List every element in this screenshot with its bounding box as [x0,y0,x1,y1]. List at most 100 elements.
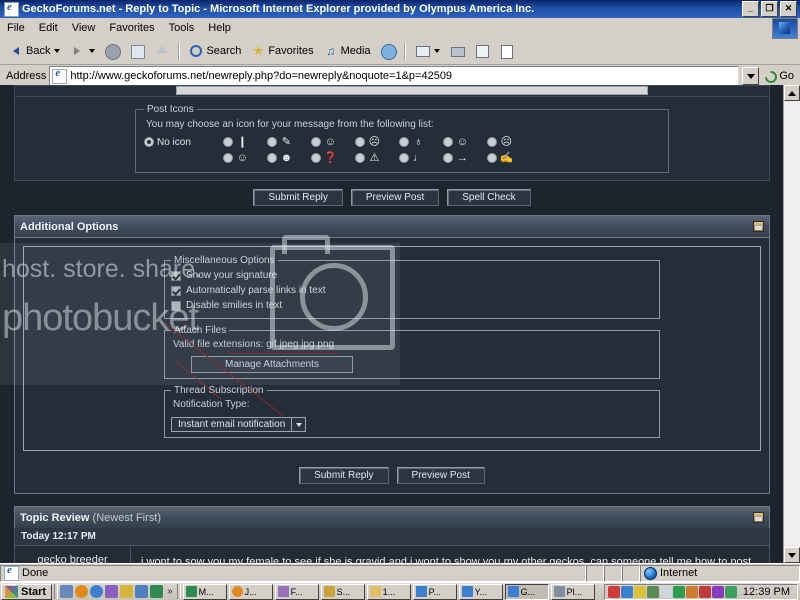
refresh-button[interactable] [125,41,149,61]
radio-post-icon[interactable] [486,137,497,147]
checkbox-parse-links[interactable] [171,285,181,296]
back-button[interactable]: Back [4,41,64,61]
radio-post-icon[interactable] [266,153,277,163]
task-button[interactable]: F... [274,583,319,600]
maximize-button[interactable]: ❐ [761,1,778,17]
mouse-icon[interactable] [659,585,672,598]
menu-item-favorites[interactable]: Favorites [102,20,161,36]
history-button[interactable] [376,41,400,61]
menu-item-edit[interactable]: Edit [32,20,65,36]
radio-post-icon[interactable] [442,137,453,147]
additional-options-header[interactable]: Additional Options [14,215,770,237]
radio-no-icon[interactable] [144,137,154,147]
task-button[interactable]: J... [228,583,273,600]
shield-icon[interactable] [633,585,646,598]
post-icon-option[interactable]: ☺ [222,150,249,166]
user-icon[interactable] [698,585,711,598]
radio-post-icon[interactable] [222,153,233,163]
printer-icon[interactable] [646,585,659,598]
submit-reply-button-bottom[interactable]: Submit Reply [299,467,389,484]
post-icon-option[interactable]: ☹ [354,134,381,150]
outlook-icon[interactable] [105,585,119,598]
task-button[interactable]: Pl... [550,583,595,600]
manage-attachments-button[interactable]: Manage Attachments [191,356,353,373]
close-button[interactable]: ✕ [780,1,797,17]
menu-item-view[interactable]: View [65,20,103,36]
task-button[interactable]: M... [182,583,227,600]
checkbox-disable-smilies[interactable] [171,300,181,311]
network-icon[interactable] [620,585,633,598]
post-icon-option[interactable]: ☺ [310,134,337,150]
collapse-icon[interactable] [753,512,764,523]
excel-icon[interactable] [150,585,164,598]
title-input-partial[interactable] [176,86,648,95]
chevron-right-icon[interactable]: » [165,586,175,597]
post-icon-option[interactable]: → [442,150,469,166]
radio-post-icon[interactable] [398,137,409,147]
taskbar-clock[interactable]: 12:39 PM [738,586,794,598]
checkbox-show-signature[interactable] [171,270,181,281]
task-button[interactable]: P... [412,583,457,600]
task-button[interactable]: S... [320,583,365,600]
home-button[interactable] [150,41,174,61]
paint-icon[interactable] [120,585,134,598]
post-icon-option[interactable]: ✍ [486,150,514,166]
menu-item-help[interactable]: Help [201,20,238,36]
task-button[interactable]: 1... [366,583,411,600]
checkbox-row-parse-links[interactable]: Automatically parse links in text [171,283,653,298]
mail-icon[interactable] [135,585,149,598]
vertical-scrollbar[interactable] [783,85,800,563]
scrollbar-track[interactable] [784,101,800,547]
collapse-icon[interactable] [753,221,764,232]
radio-post-icon[interactable] [222,137,233,147]
radio-post-icon[interactable] [486,153,497,163]
forward-button[interactable] [65,41,99,61]
media-player-icon[interactable] [75,585,89,598]
menu-item-tools[interactable]: Tools [162,20,202,36]
radio-post-icon[interactable] [354,153,365,163]
post-icon-option[interactable]: ❙ [222,134,249,150]
address-input[interactable]: http://www.geckoforums.net/newreply.php?… [49,66,740,86]
radio-post-icon[interactable] [266,137,277,147]
chevron-down-icon[interactable] [292,417,307,432]
notification-type-select[interactable]: Instant email notification [171,417,307,432]
post-icon-option-no-icon[interactable]: No icon [144,134,205,150]
go-button[interactable]: Go [763,69,798,83]
discuss-button[interactable] [495,41,519,61]
radio-post-icon[interactable] [310,153,321,163]
radio-post-icon[interactable] [442,153,453,163]
address-dropdown-button[interactable] [742,67,760,85]
show-desktop-icon[interactable] [60,585,74,598]
post-username[interactable]: gecko breeder [15,546,131,563]
post-icon-option[interactable]: ☹ [486,134,513,150]
search-button[interactable]: Search [184,41,245,61]
update-icon[interactable] [724,585,737,598]
menu-item-file[interactable]: File [0,20,32,36]
radio-post-icon[interactable] [354,137,365,147]
task-button[interactable]: Y... [458,583,503,600]
stop-button[interactable] [100,41,124,61]
topic-review-header[interactable]: Topic Review (Newest First) [14,506,770,528]
post-icon-option[interactable]: ♩ [398,150,425,166]
preview-post-button-bottom[interactable]: Preview Post [396,467,485,484]
post-icon-option[interactable]: ☺ [442,134,469,150]
print-button[interactable] [445,41,469,61]
post-icon-option[interactable]: ☻ [266,150,293,166]
volume-icon[interactable] [711,585,724,598]
post-icon-option[interactable]: ⚠ [354,150,381,166]
post-icon-option[interactable]: ❓ [310,150,338,166]
preview-post-button-top[interactable]: Preview Post [350,189,440,206]
antivirus-icon[interactable] [607,585,620,598]
edit-button[interactable] [470,41,494,61]
checkbox-row-disable-smilies[interactable]: Disable smilies in text [171,298,653,313]
radio-post-icon[interactable] [398,153,409,163]
post-icon-option[interactable]: ✎ [266,134,293,150]
messenger-icon[interactable] [685,585,698,598]
submit-reply-button-top[interactable]: Submit Reply [253,189,343,206]
spell-check-button[interactable]: Spell Check [447,189,531,206]
start-button[interactable]: Start [1,583,53,600]
task-button-active[interactable]: G... [504,583,549,600]
search-icon[interactable] [672,585,685,598]
minimize-button[interactable]: _ [742,1,759,17]
post-icon-option[interactable]: ♁ [398,134,425,150]
